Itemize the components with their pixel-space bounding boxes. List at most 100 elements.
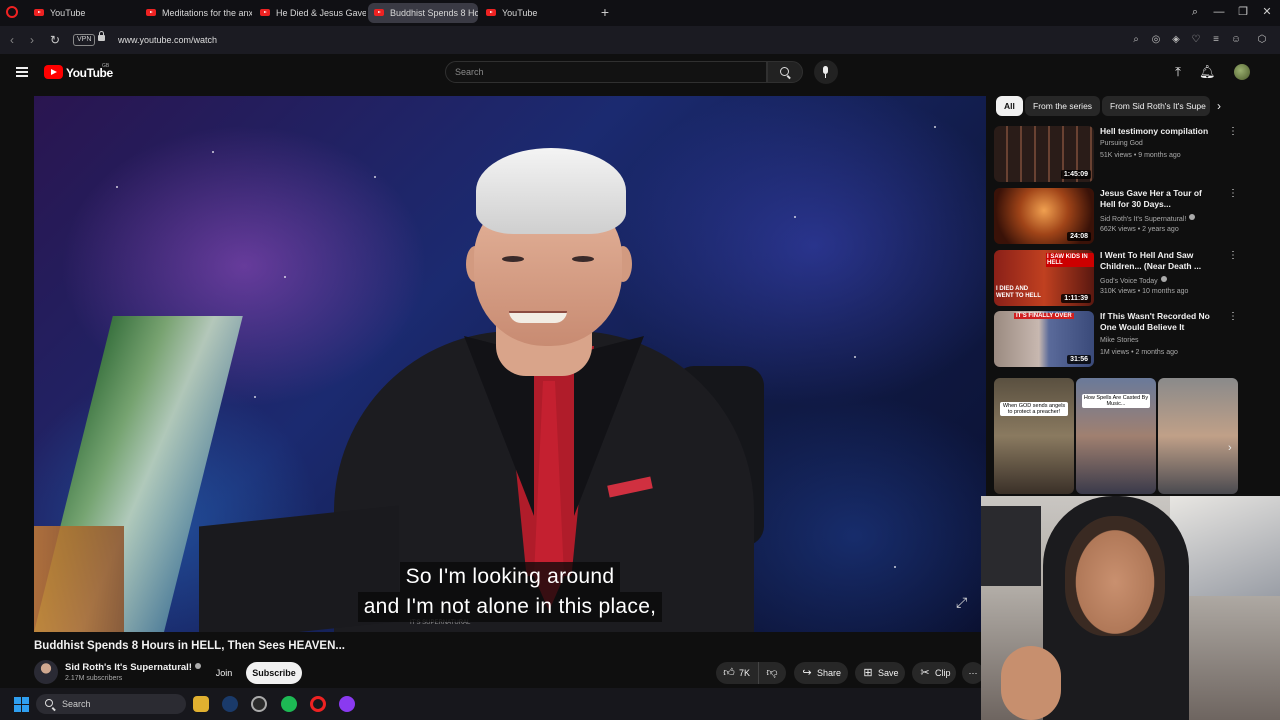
channel-avatar[interactable] — [34, 660, 58, 684]
search-icon — [780, 67, 789, 76]
reload-icon[interactable]: ↻ — [47, 32, 63, 48]
search-input[interactable]: Search — [445, 61, 767, 83]
save-button[interactable]: ⊞ Save — [855, 662, 905, 684]
verified-icon — [1160, 276, 1167, 282]
video-thumbnail[interactable]: IT'S FINALLY OVER 31:56 — [994, 311, 1094, 367]
heart-icon[interactable]: ♡ — [1190, 34, 1202, 46]
new-tab-icon[interactable]: + — [598, 4, 612, 20]
opera-menu-icon[interactable] — [6, 6, 18, 18]
short-thumbnail[interactable]: How Spells Are Casted By Music... — [1076, 378, 1156, 494]
recommendation-channel[interactable]: Mike Stories — [1100, 337, 1139, 344]
more-vertical-icon[interactable]: ⋮ — [1228, 126, 1238, 140]
back-icon[interactable]: ‹ — [4, 32, 20, 48]
upload-icon[interactable]: ⤒ — [1170, 64, 1186, 80]
short-thumbnail[interactable]: When GOD sends angels to protect a preac… — [994, 378, 1074, 494]
browser-tab-active[interactable]: Buddhist Spends 8 Ho — [368, 3, 478, 23]
share-button[interactable]: ↪ Share — [794, 662, 848, 684]
dislike-button[interactable]: 👎︎ — [758, 662, 786, 684]
star-decoration — [374, 176, 376, 178]
chevron-right-icon[interactable]: › — [1212, 99, 1226, 113]
taskbar-search[interactable]: Search — [36, 694, 186, 714]
recommendation-title[interactable]: Jesus Gave Her a Tour of Hell for 30 Day… — [1100, 188, 1212, 210]
menu-icon[interactable] — [16, 67, 28, 77]
join-button[interactable]: Join — [209, 662, 239, 684]
recommendation-item[interactable]: 24:08 Jesus Gave Her a Tour of Hell for … — [994, 188, 1244, 246]
shield-icon[interactable]: ◈ — [1170, 34, 1182, 46]
video-thumbnail[interactable]: 24:08 — [994, 188, 1094, 244]
star-decoration — [254, 396, 256, 398]
notifications-bell-icon[interactable]: 🔔︎ — [1199, 64, 1216, 80]
youtube-favicon-icon — [486, 9, 496, 16]
list-icon[interactable]: ≡ — [1210, 34, 1222, 46]
youtube-logo-icon[interactable] — [44, 65, 63, 79]
recommendation-item[interactable]: IT'S FINALLY OVER 31:56 If This Wasn't R… — [994, 311, 1244, 369]
recommendation-channel[interactable]: Sid Roth's It's Supernatural! — [1100, 214, 1196, 223]
clip-button[interactable]: ✂ Clip — [912, 662, 956, 684]
camera-icon[interactable]: ◎ — [1150, 34, 1162, 46]
more-vertical-icon[interactable]: ⋮ — [1228, 311, 1238, 325]
browser-tab[interactable]: YouTube — [480, 3, 592, 23]
channel-name[interactable]: Sid Roth's It's Supernatural! — [65, 662, 201, 673]
fullscreen-icon[interactable]: ⤢ — [956, 594, 976, 614]
restore-icon[interactable]: ❐ — [1234, 4, 1252, 20]
chip-all[interactable]: All — [996, 96, 1023, 116]
video-thumbnail[interactable]: 1:45:09 — [994, 126, 1094, 182]
person-hand — [1001, 646, 1061, 720]
address-bar: ‹ › ↻ VPN www.youtube.com/watch ⌕ ◎ ◈ ♡ … — [0, 26, 1280, 54]
more-vertical-icon[interactable]: ⋮ — [1228, 188, 1238, 202]
close-icon[interactable]: ✕ — [1258, 4, 1276, 20]
tab-search-icon[interactable]: ⌕ — [1186, 4, 1204, 20]
video-player[interactable]: IT'S SUPERNATURAL So I'm looking around … — [34, 96, 986, 632]
shorts-shelf: When GOD sends angels to protect a preac… — [994, 378, 1238, 494]
person-head — [1065, 516, 1165, 636]
extensions-icon[interactable]: ⬡ — [1256, 34, 1268, 46]
opera-gx-icon[interactable] — [339, 696, 355, 712]
search-button[interactable] — [767, 61, 803, 83]
recommendation-title[interactable]: If This Wasn't Recorded No One Would Bel… — [1100, 311, 1212, 333]
thumbnail-text: IT'S FINALLY OVER — [1014, 313, 1074, 319]
chip-from-channel[interactable]: From Sid Roth's It's Supe — [1102, 96, 1210, 116]
chip-from-the-series[interactable]: From the series — [1025, 96, 1101, 116]
vpn-badge[interactable]: VPN — [73, 34, 96, 46]
steam-icon[interactable] — [222, 696, 238, 712]
caption-line: So I'm looking around — [399, 562, 621, 592]
video-thumbnail[interactable]: I SAW KIDS IN HELL I DIED AND WENT TO HE… — [994, 250, 1094, 306]
file-explorer-icon[interactable] — [193, 696, 209, 712]
search-icon — [45, 699, 53, 707]
like-button[interactable]: 👍︎ 7K — [716, 662, 758, 684]
profile-icon[interactable]: ☺ — [1230, 34, 1242, 46]
windows-start-icon[interactable] — [14, 697, 29, 712]
recommendation-item[interactable]: I SAW KIDS IN HELL I DIED AND WENT TO HE… — [994, 250, 1244, 308]
spotify-icon[interactable] — [281, 696, 297, 712]
short-thumbnail[interactable] — [1158, 378, 1238, 494]
recommendation-meta: 662K views • 2 years ago — [1100, 226, 1179, 233]
recommendation-meta: 310K views • 10 months ago — [1100, 288, 1189, 295]
recommendation-title[interactable]: I Went To Hell And Saw Children... (Near… — [1100, 250, 1212, 272]
recommendation-title[interactable]: Hell testimony compilation — [1100, 126, 1212, 137]
star-decoration — [116, 186, 118, 188]
minimize-icon[interactable]: — — [1210, 4, 1228, 20]
voice-search-icon[interactable] — [814, 60, 838, 84]
account-avatar[interactable] — [1234, 64, 1250, 80]
recommendation-meta: 1M views • 2 months ago — [1100, 349, 1178, 356]
search-page-icon[interactable]: ⌕ — [1130, 34, 1142, 46]
url-field[interactable]: www.youtube.com/watch — [118, 33, 217, 47]
lock-icon[interactable] — [98, 31, 105, 41]
browser-tab[interactable]: YouTube — [28, 3, 138, 23]
star-decoration — [854, 356, 856, 358]
region-label: GB — [102, 63, 110, 69]
browser-tab[interactable]: He Died & Jesus Gave Hir — [254, 3, 366, 23]
video-title: Buddhist Spends 8 Hours in HELL, Then Se… — [34, 640, 345, 652]
recommendation-channel[interactable]: God's Voice Today — [1100, 276, 1167, 285]
opera-icon[interactable] — [310, 696, 326, 712]
app-icon[interactable] — [251, 696, 267, 712]
youtube-favicon-icon — [34, 9, 44, 16]
host-eye — [502, 256, 524, 262]
recommendation-item[interactable]: 1:45:09 Hell testimony compilation Pursu… — [994, 126, 1244, 184]
subscribe-button[interactable]: Subscribe — [246, 662, 302, 684]
more-vertical-icon[interactable]: ⋮ — [1228, 250, 1238, 264]
browser-tab[interactable]: Meditations for the anxio — [140, 3, 252, 23]
forward-icon[interactable]: › — [24, 32, 40, 48]
recommendation-channel[interactable]: Pursuing God — [1100, 140, 1143, 147]
chevron-right-icon[interactable]: › — [1228, 441, 1240, 455]
